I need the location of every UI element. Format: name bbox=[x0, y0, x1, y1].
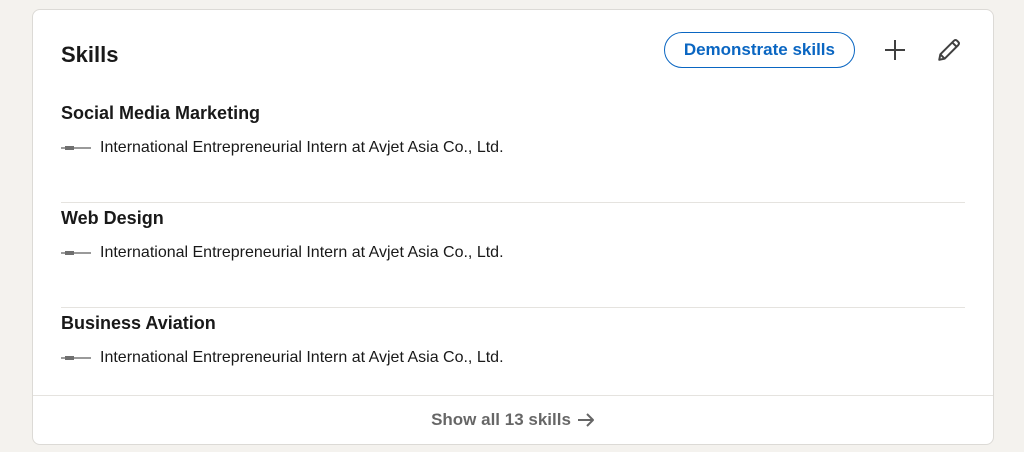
skill-context-text: International Entrepreneurial Intern at … bbox=[100, 139, 504, 156]
skill-endorsement-context: International Entrepreneurial Intern at … bbox=[61, 243, 504, 263]
company-logo-icon bbox=[61, 353, 91, 363]
add-skill-button[interactable] bbox=[877, 32, 913, 68]
header-actions: Demonstrate skills bbox=[663, 32, 967, 68]
arrow-right-icon bbox=[577, 412, 595, 428]
skill-name[interactable]: Social Media Marketing bbox=[61, 101, 260, 125]
company-logo-icon bbox=[61, 248, 91, 258]
skill-endorsement-context: International Entrepreneurial Intern at … bbox=[61, 138, 504, 158]
company-logo-icon bbox=[61, 143, 91, 153]
skill-context-text: International Entrepreneurial Intern at … bbox=[100, 244, 504, 261]
skill-item: Web Design International Entrepreneurial… bbox=[61, 203, 965, 308]
section-title: Skills bbox=[61, 42, 119, 67]
show-all-skills-link[interactable]: Show all 13 skills bbox=[33, 395, 993, 444]
skill-context-text: International Entrepreneurial Intern at … bbox=[100, 349, 504, 366]
skills-card: Skills Demonstrate skills Social Media M… bbox=[32, 9, 994, 445]
plus-icon bbox=[885, 40, 905, 60]
edit-skills-button[interactable] bbox=[931, 32, 967, 68]
skills-header: Skills Demonstrate skills bbox=[61, 32, 967, 70]
skill-name[interactable]: Web Design bbox=[61, 206, 164, 230]
skills-list: Social Media Marketing International Ent… bbox=[61, 98, 965, 413]
show-all-label: Show all 13 skills bbox=[431, 410, 571, 429]
skill-name[interactable]: Business Aviation bbox=[61, 311, 216, 335]
skill-endorsement-context: International Entrepreneurial Intern at … bbox=[61, 348, 504, 368]
skill-item: Social Media Marketing International Ent… bbox=[61, 98, 965, 203]
pencil-icon bbox=[938, 39, 960, 61]
demonstrate-skills-button[interactable]: Demonstrate skills bbox=[663, 32, 855, 68]
